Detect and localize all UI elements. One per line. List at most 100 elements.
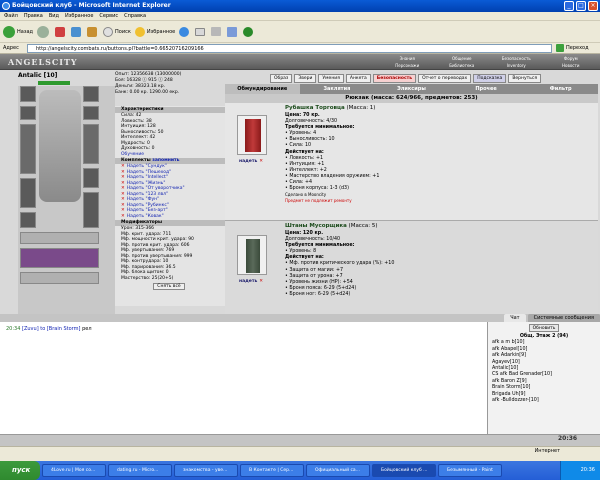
- star-icon: [134, 26, 145, 37]
- top-link[interactable]: Новости: [544, 62, 599, 69]
- chat-sender[interactable]: [Zuvu]: [22, 326, 39, 332]
- stop-button[interactable]: [55, 26, 67, 37]
- amulet-slot[interactable]: [20, 106, 36, 120]
- task-button[interactable]: 4Love.ru | Моя со...: [42, 464, 106, 477]
- list-item: надеть ✕ Рубашка Торговца (Масса: 1) Цена…: [225, 103, 598, 221]
- list-item: надеть ✕ Штаны Мусорщика (Масса: 5) Цена:…: [225, 221, 598, 315]
- weapon-slot[interactable]: [20, 124, 36, 174]
- item-name[interactable]: Рубашка Торговца (Масса: 1): [285, 105, 375, 111]
- menu-view[interactable]: Вид: [49, 13, 59, 19]
- task-button[interactable]: dating.ru - Micro...: [108, 464, 172, 477]
- earring-slot[interactable]: [83, 86, 99, 102]
- remember-link[interactable]: запомнить: [152, 158, 179, 163]
- window-titlebar: Бойцовский клуб - Microsoft Internet Exp…: [0, 0, 600, 12]
- top-link[interactable]: Общение: [435, 55, 490, 62]
- armor-slot[interactable]: [20, 178, 36, 208]
- task-button[interactable]: В Контакте | Сер...: [240, 464, 304, 477]
- chat-input-bar[interactable]: [0, 434, 600, 446]
- ring-slot[interactable]: [83, 106, 99, 120]
- close-button[interactable]: ×: [588, 1, 598, 11]
- favorites-button[interactable]: Избранное: [134, 26, 175, 37]
- menu-favorites[interactable]: Избранное: [65, 13, 93, 19]
- game-logo[interactable]: ANGELSCITY: [2, 56, 77, 68]
- wear-link[interactable]: надеть ✕: [239, 159, 263, 164]
- tab-equipment[interactable]: Обмундирование: [225, 84, 300, 94]
- learning-link[interactable]: Обучение: [121, 152, 225, 158]
- online-user[interactable]: afk -Bulldozzer-[10]: [492, 398, 596, 404]
- security-button[interactable]: Безопасность: [372, 73, 417, 83]
- chat-recipient[interactable]: to [Brain Storm]: [40, 326, 80, 332]
- maximize-button[interactable]: □: [576, 1, 586, 11]
- refresh-button[interactable]: [71, 26, 83, 37]
- mail-button[interactable]: [195, 27, 207, 36]
- gloves-slot[interactable]: [83, 168, 99, 188]
- start-button[interactable]: пуск: [0, 461, 40, 480]
- scroll-slots[interactable]: [20, 248, 99, 268]
- edit-button[interactable]: [227, 26, 239, 37]
- menu-help[interactable]: Справка: [124, 13, 146, 19]
- top-link[interactable]: Знания: [380, 55, 435, 62]
- item-name[interactable]: Штаны Мусорщика (Масса: 5): [285, 223, 377, 229]
- return-button[interactable]: Вернуться: [508, 73, 542, 83]
- hint-button[interactable]: Подсказка: [473, 73, 507, 83]
- top-link[interactable]: Форум: [544, 55, 599, 62]
- task-button[interactable]: Официальный са...: [306, 464, 370, 477]
- helmet-slot[interactable]: [20, 86, 36, 102]
- profile-button[interactable]: Анкета: [345, 73, 371, 83]
- character-name[interactable]: Antalic [10]: [18, 72, 98, 80]
- delete-icon[interactable]: ✕: [259, 159, 263, 164]
- forward-button[interactable]: [37, 25, 51, 38]
- minimize-button[interactable]: _: [564, 1, 574, 11]
- top-link[interactable]: Персонажи: [380, 62, 435, 69]
- messenger-icon: [243, 26, 254, 37]
- image-button[interactable]: Образ: [270, 73, 293, 83]
- home-button[interactable]: [87, 26, 99, 37]
- elixir-slots[interactable]: [20, 272, 99, 284]
- tab-system-messages[interactable]: Системные сообщения: [527, 314, 600, 322]
- task-button[interactable]: знакомства - уве...: [174, 464, 238, 477]
- take-off-all-button[interactable]: Снять всё: [153, 283, 185, 290]
- messenger-button[interactable]: [243, 26, 255, 37]
- menu-bar: Файл Правка Вид Избранное Сервис Справка: [0, 12, 600, 21]
- delete-icon[interactable]: ✕: [259, 279, 263, 284]
- back-button[interactable]: Назад: [3, 25, 33, 38]
- tab-filter[interactable]: Фильтр: [523, 84, 598, 94]
- chat-tabs: Чат Системные сообщения: [0, 314, 600, 322]
- item-image[interactable]: [237, 235, 267, 275]
- chat-log: 20:34 [Zuvu] to [Brain Storm] рел: [0, 322, 488, 434]
- print-button[interactable]: [211, 27, 223, 36]
- top-link[interactable]: Библиотека: [435, 62, 490, 69]
- rune-slots[interactable]: [20, 232, 99, 244]
- task-button[interactable]: Безымянный - Paint: [438, 464, 502, 477]
- remove-icon[interactable]: ✕: [121, 214, 125, 220]
- transfer-report-button[interactable]: Отчет о переводах: [418, 73, 472, 83]
- tab-other[interactable]: Прочее: [449, 84, 524, 94]
- address-input[interactable]: http://angelscity.combats.ru/buttons.pl?…: [27, 43, 552, 53]
- skills-button[interactable]: Умения: [318, 73, 344, 83]
- menu-edit[interactable]: Правка: [24, 13, 43, 19]
- tab-elixirs[interactable]: Эликсиры: [374, 84, 449, 94]
- task-button-active[interactable]: Бойцовский клуб ...: [372, 464, 436, 477]
- mod-mastery: Мастерство: 25(20+5): [121, 275, 174, 281]
- status-bar: Интернет: [0, 446, 600, 455]
- history-button[interactable]: [179, 26, 191, 37]
- menu-tools[interactable]: Сервис: [99, 13, 118, 19]
- set-item[interactable]: ✕ Надеть "Ковак": [121, 214, 225, 220]
- item-image[interactable]: [237, 115, 267, 155]
- top-link[interactable]: Inventory: [489, 62, 544, 69]
- tab-spells[interactable]: Заклятия: [300, 84, 375, 94]
- go-button[interactable]: Переход: [556, 44, 589, 52]
- chat-message: 20:34 [Zuvu] to [Brain Storm] рел: [6, 326, 92, 332]
- wear-link[interactable]: надеть ✕: [239, 279, 263, 284]
- search-button[interactable]: Поиск: [103, 26, 131, 37]
- belt-slot[interactable]: [20, 212, 36, 228]
- hp-bar: [38, 81, 70, 85]
- refresh-online-button[interactable]: Обновить: [529, 324, 559, 332]
- shield-slot[interactable]: [83, 124, 99, 164]
- top-link[interactable]: Безопасность: [489, 55, 544, 62]
- menu-file[interactable]: Файл: [4, 13, 18, 19]
- tab-chat[interactable]: Чат: [504, 314, 526, 322]
- pets-button[interactable]: Звери: [294, 73, 317, 83]
- item-list: надеть ✕ Рубашка Торговца (Масса: 1) Цена…: [225, 103, 598, 315]
- boots-slot[interactable]: [83, 192, 99, 228]
